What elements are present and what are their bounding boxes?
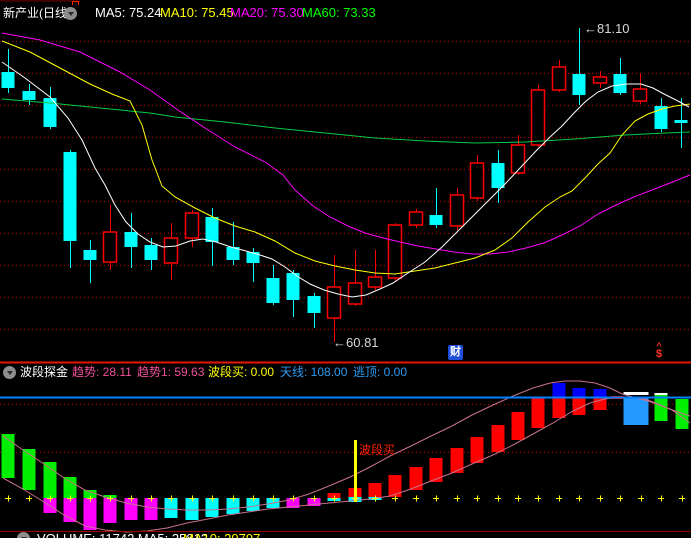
sky-line-value: 天线: 108.00 (280, 365, 348, 379)
volume-collapse-chevron-icon[interactable] (17, 532, 30, 538)
volume-ma10-legend: MA10: 29797 (183, 532, 260, 538)
indicator-name: 波段探金 (20, 365, 69, 379)
trend-value: 趋势: 28.11 (72, 365, 132, 379)
stock-app-window: 新产业(日线) MA5: 75.24 MA10: 75.45 MA20: 75.… (0, 0, 691, 538)
escape-top-value: 逃顶: 0.00 (353, 365, 408, 379)
band-buy-value: 波段买: 0.00 (208, 365, 275, 379)
collapse-chevron-icon[interactable] (64, 7, 77, 20)
low-price-label: ←60.81 (333, 335, 379, 350)
band-buy-signal-label: 波段买 (359, 443, 396, 457)
ma10-legend: MA10: 75.45 (160, 5, 234, 20)
ma60-legend: MA60: 73.33 (302, 5, 376, 20)
indicator-collapse-chevron-icon[interactable] (3, 366, 16, 379)
chart-canvas[interactable] (0, 0, 691, 538)
ma20-legend: MA20: 75.30 (230, 5, 304, 20)
ma5-legend: MA5: 75.24 (95, 5, 162, 20)
high-price-label: ←81.10 (584, 21, 630, 36)
trend1-value: 趋势1: 59.63 (137, 365, 205, 379)
symbol-title: 新产业(日线) (3, 6, 71, 20)
finance-badge-icon[interactable]: 财 (448, 345, 463, 360)
dollar-marker-icon[interactable]: ^ $ (653, 342, 665, 360)
